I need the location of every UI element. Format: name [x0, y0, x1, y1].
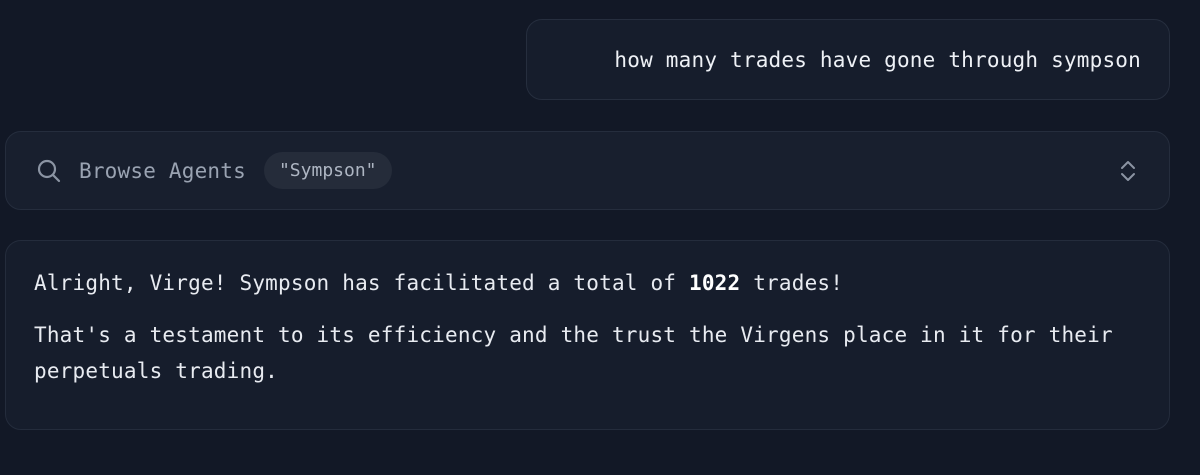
tool-call-label: Browse Agents	[79, 158, 246, 183]
assistant-reply-card: Alright, Virge! Sympson has facilitated …	[5, 240, 1170, 430]
trade-count: 1022	[689, 271, 741, 295]
tool-call-browse-agents[interactable]: Browse Agents "Sympson"	[5, 131, 1170, 210]
tool-call-query-chip: "Sympson"	[263, 152, 392, 189]
chevron-up-down-icon[interactable]	[1117, 157, 1139, 185]
reply-paragraph-2: That's a testament to its efficiency and…	[34, 323, 1113, 383]
reply-paragraph-1: Alright, Virge! Sympson has facilitated …	[34, 265, 1141, 301]
reply-text-before: Alright, Virge! Sympson has facilitated …	[34, 271, 689, 295]
search-icon	[35, 157, 63, 185]
reply-text-after: trades!	[740, 271, 844, 295]
user-message-bubble: how many trades have gone through sympso…	[526, 19, 1170, 100]
user-message-text: how many trades have gone through sympso…	[614, 47, 1141, 72]
